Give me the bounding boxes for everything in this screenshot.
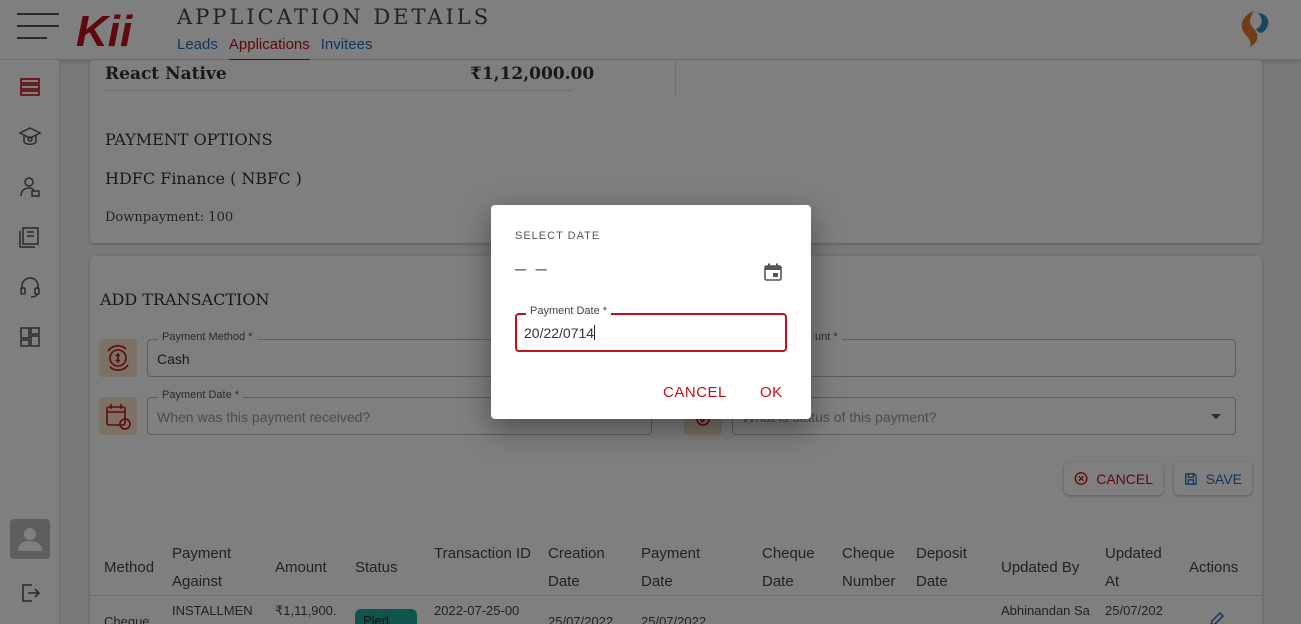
payment-date-field-label: Payment Date * <box>526 305 612 317</box>
dialog-ok-button[interactable]: OK <box>760 384 783 401</box>
dialog-title: SELECT DATE <box>515 230 601 242</box>
payment-date-text-input[interactable]: 20/22/0714 <box>524 325 774 341</box>
payment-date-value: 20/22/0714 <box>524 325 595 341</box>
dialog-cancel-button[interactable]: CANCEL <box>663 384 727 401</box>
select-date-dialog: SELECT DATE – – Payment Date * 20/22/071… <box>491 205 811 419</box>
calendar-icon[interactable] <box>763 262 783 282</box>
payment-date-field[interactable]: Payment Date * 20/22/0714 <box>515 305 787 352</box>
selected-date-display: – – <box>515 258 549 280</box>
text-cursor <box>594 325 596 340</box>
